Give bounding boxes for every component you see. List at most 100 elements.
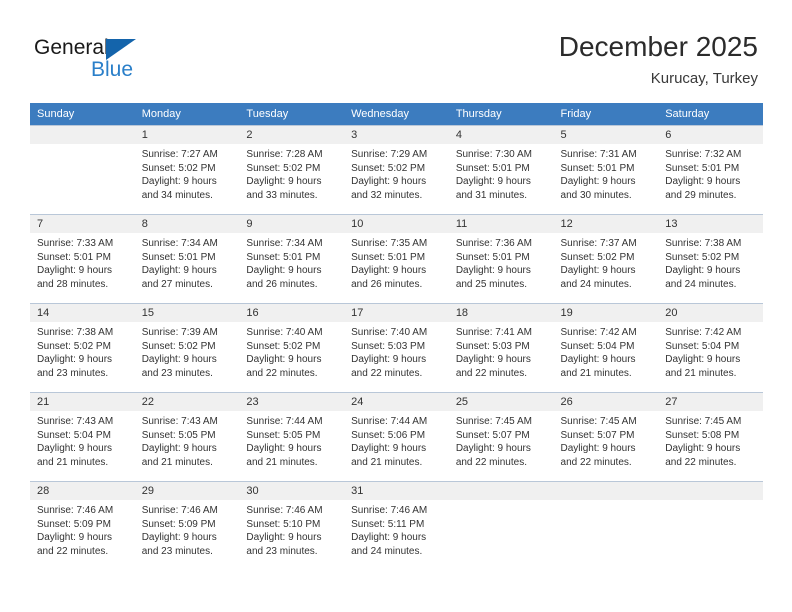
- day-number: 13: [658, 215, 763, 233]
- day-details: Sunrise: 7:43 AM Sunset: 5:04 PM Dayligh…: [30, 411, 135, 469]
- day-cell[interactable]: 6 Sunrise: 7:32 AM Sunset: 5:01 PM Dayli…: [658, 125, 763, 215]
- sunrise-text: Sunrise: 7:37 AM: [560, 238, 637, 249]
- day-cell-empty: [448, 481, 554, 571]
- daylight-text-line2: and 21 minutes.: [351, 456, 423, 468]
- day-details: Sunrise: 7:36 AM Sunset: 5:01 PM Dayligh…: [449, 233, 554, 291]
- day-cell[interactable]: 4 Sunrise: 7:30 AM Sunset: 5:01 PM Dayli…: [448, 125, 554, 215]
- sunset-text: Sunset: 5:08 PM: [665, 429, 740, 441]
- daylight-text-line2: and 24 minutes.: [665, 278, 737, 290]
- daylight-text-line2: and 30 minutes.: [560, 189, 632, 201]
- day-cell[interactable]: 1 Sunrise: 7:27 AM Sunset: 5:02 PM Dayli…: [134, 125, 240, 215]
- day-number: 23: [239, 393, 345, 411]
- daylight-text-line1: Daylight: 9 hours: [37, 265, 113, 276]
- page-title: December 2025: [558, 31, 758, 62]
- day-cell[interactable]: 13 Sunrise: 7:38 AM Sunset: 5:02 PM Dayl…: [658, 214, 763, 304]
- day-cell[interactable]: 30 Sunrise: 7:46 AM Sunset: 5:10 PM Dayl…: [239, 481, 345, 571]
- daylight-text-line2: and 29 minutes.: [665, 189, 737, 201]
- day-cell[interactable]: 23 Sunrise: 7:44 AM Sunset: 5:05 PM Dayl…: [239, 392, 345, 482]
- day-cell[interactable]: 27 Sunrise: 7:45 AM Sunset: 5:08 PM Dayl…: [658, 392, 763, 482]
- daylight-text-line2: and 22 minutes.: [455, 367, 527, 379]
- day-cell[interactable]: 24 Sunrise: 7:44 AM Sunset: 5:06 PM Dayl…: [344, 392, 449, 482]
- day-cell[interactable]: 22 Sunrise: 7:43 AM Sunset: 5:05 PM Dayl…: [134, 392, 240, 482]
- day-number: 17: [344, 304, 449, 322]
- day-cell[interactable]: 16 Sunrise: 7:40 AM Sunset: 5:02 PM Dayl…: [239, 303, 345, 393]
- day-cell[interactable]: 20 Sunrise: 7:42 AM Sunset: 5:04 PM Dayl…: [658, 303, 763, 393]
- calendar-container: Sunday Monday Tuesday Wednesday Thursday…: [30, 103, 763, 571]
- day-number: 25: [448, 393, 554, 411]
- title-block: December 2025 Kurucay, Turkey: [559, 30, 758, 88]
- day-details: Sunrise: 7:37 AM Sunset: 5:02 PM Dayligh…: [554, 233, 659, 291]
- weekday-header-sunday: Sunday: [30, 103, 135, 126]
- day-cell[interactable]: 12 Sunrise: 7:37 AM Sunset: 5:02 PM Dayl…: [553, 214, 659, 304]
- day-cell[interactable]: 10 Sunrise: 7:35 AM Sunset: 5:01 PM Dayl…: [344, 214, 449, 304]
- sunrise-text: Sunrise: 7:46 AM: [37, 505, 114, 516]
- day-cell[interactable]: 15 Sunrise: 7:39 AM Sunset: 5:02 PM Dayl…: [134, 303, 240, 393]
- day-number: 3: [344, 126, 449, 144]
- day-details: Sunrise: 7:40 AM Sunset: 5:02 PM Dayligh…: [239, 322, 344, 380]
- day-cell[interactable]: 14 Sunrise: 7:38 AM Sunset: 5:02 PM Dayl…: [30, 303, 135, 393]
- sunset-text: Sunset: 5:04 PM: [560, 340, 635, 352]
- day-details: Sunrise: 7:46 AM Sunset: 5:09 PM Dayligh…: [135, 500, 240, 558]
- general-blue-logo[interactable]: General Blue: [34, 36, 214, 90]
- day-cell[interactable]: 31 Sunrise: 7:46 AM Sunset: 5:11 PM Dayl…: [344, 481, 449, 571]
- page-header: General Blue December 2025 Kurucay, Turk…: [0, 0, 792, 100]
- daylight-text-line1: Daylight: 9 hours: [141, 354, 217, 365]
- daylight-text-line2: and 24 minutes.: [351, 545, 423, 557]
- sunset-text: Sunset: 5:02 PM: [246, 340, 321, 352]
- day-details: Sunrise: 7:30 AM Sunset: 5:01 PM Dayligh…: [449, 144, 554, 202]
- day-number: [448, 482, 554, 500]
- day-number: 29: [134, 482, 240, 500]
- daylight-text-line1: Daylight: 9 hours: [455, 354, 531, 365]
- day-cell[interactable]: 2 Sunrise: 7:28 AM Sunset: 5:02 PM Dayli…: [239, 125, 345, 215]
- daylight-text-line2: and 21 minutes.: [246, 456, 318, 468]
- day-cell[interactable]: 5 Sunrise: 7:31 AM Sunset: 5:01 PM Dayli…: [553, 125, 659, 215]
- day-cell[interactable]: 19 Sunrise: 7:42 AM Sunset: 5:04 PM Dayl…: [553, 303, 659, 393]
- logo-triangle-icon: [106, 39, 136, 60]
- daylight-text-line1: Daylight: 9 hours: [246, 532, 322, 543]
- day-details: Sunrise: 7:38 AM Sunset: 5:02 PM Dayligh…: [658, 233, 763, 291]
- day-cell-empty: [553, 481, 659, 571]
- day-cell[interactable]: 8 Sunrise: 7:34 AM Sunset: 5:01 PM Dayli…: [134, 214, 240, 304]
- sunrise-text: Sunrise: 7:27 AM: [141, 149, 218, 160]
- daylight-text-line2: and 31 minutes.: [455, 189, 527, 201]
- sunset-text: Sunset: 5:02 PM: [246, 162, 321, 174]
- day-number: 20: [658, 304, 763, 322]
- day-details: Sunrise: 7:29 AM Sunset: 5:02 PM Dayligh…: [344, 144, 449, 202]
- daylight-text-line1: Daylight: 9 hours: [560, 176, 636, 187]
- day-cell[interactable]: 11 Sunrise: 7:36 AM Sunset: 5:01 PM Dayl…: [448, 214, 554, 304]
- day-cell[interactable]: 3 Sunrise: 7:29 AM Sunset: 5:02 PM Dayli…: [344, 125, 449, 215]
- day-cell[interactable]: 29 Sunrise: 7:46 AM Sunset: 5:09 PM Dayl…: [134, 481, 240, 571]
- sunrise-text: Sunrise: 7:36 AM: [455, 238, 532, 249]
- day-details: Sunrise: 7:46 AM Sunset: 5:09 PM Dayligh…: [30, 500, 135, 558]
- day-number: [553, 482, 659, 500]
- daylight-text-line2: and 21 minutes.: [665, 367, 737, 379]
- daylight-text-line2: and 23 minutes.: [141, 367, 213, 379]
- day-number: 12: [553, 215, 659, 233]
- day-cell[interactable]: 21 Sunrise: 7:43 AM Sunset: 5:04 PM Dayl…: [30, 392, 135, 482]
- day-number: 8: [134, 215, 240, 233]
- day-cell[interactable]: 28 Sunrise: 7:46 AM Sunset: 5:09 PM Dayl…: [30, 481, 135, 571]
- sunset-text: Sunset: 5:09 PM: [141, 518, 216, 530]
- sunrise-text: Sunrise: 7:38 AM: [37, 327, 114, 338]
- sunrise-text: Sunrise: 7:32 AM: [665, 149, 742, 160]
- day-cell[interactable]: 9 Sunrise: 7:34 AM Sunset: 5:01 PM Dayli…: [239, 214, 345, 304]
- daylight-text-line1: Daylight: 9 hours: [37, 354, 113, 365]
- sunset-text: Sunset: 5:02 PM: [37, 340, 111, 352]
- day-cell[interactable]: 26 Sunrise: 7:45 AM Sunset: 5:07 PM Dayl…: [553, 392, 659, 482]
- sunset-text: Sunset: 5:02 PM: [560, 251, 635, 263]
- day-cell[interactable]: 7 Sunrise: 7:33 AM Sunset: 5:01 PM Dayli…: [30, 214, 135, 304]
- daylight-text-line1: Daylight: 9 hours: [560, 265, 636, 276]
- sunrise-text: Sunrise: 7:46 AM: [246, 505, 323, 516]
- calendar-header-row: Sunday Monday Tuesday Wednesday Thursday…: [30, 103, 763, 126]
- sunrise-text: Sunrise: 7:42 AM: [665, 327, 742, 338]
- day-cell[interactable]: 18 Sunrise: 7:41 AM Sunset: 5:03 PM Dayl…: [448, 303, 554, 393]
- day-number: 1: [134, 126, 240, 144]
- daylight-text-line2: and 27 minutes.: [141, 278, 213, 290]
- day-cell[interactable]: 17 Sunrise: 7:40 AM Sunset: 5:03 PM Dayl…: [344, 303, 449, 393]
- sunset-text: Sunset: 5:04 PM: [37, 429, 111, 441]
- day-details: Sunrise: 7:31 AM Sunset: 5:01 PM Dayligh…: [554, 144, 659, 202]
- day-cell[interactable]: 25 Sunrise: 7:45 AM Sunset: 5:07 PM Dayl…: [448, 392, 554, 482]
- calendar-page: General Blue December 2025 Kurucay, Turk…: [0, 0, 792, 612]
- daylight-text-line1: Daylight: 9 hours: [246, 443, 322, 454]
- sunrise-text: Sunrise: 7:33 AM: [37, 238, 114, 249]
